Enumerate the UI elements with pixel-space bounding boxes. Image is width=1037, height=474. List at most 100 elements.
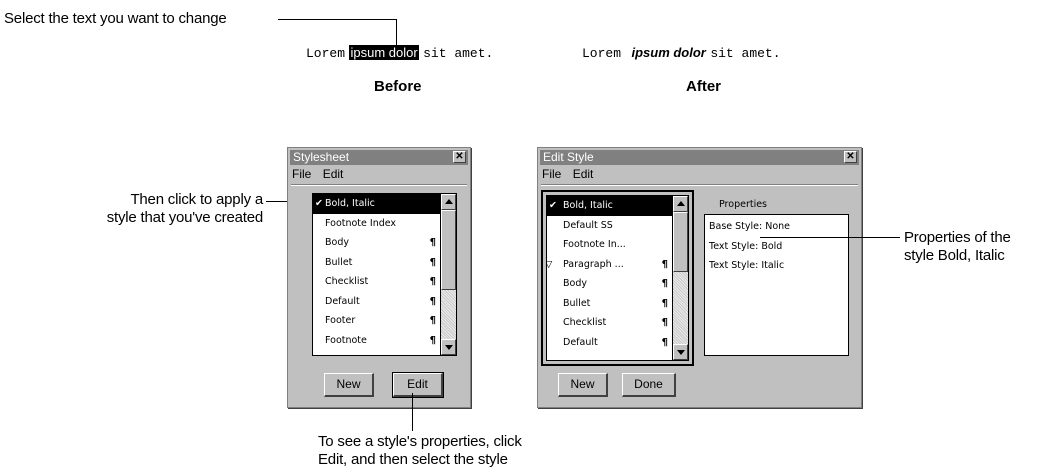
- paragraph-mark-icon: ¶: [661, 258, 668, 270]
- style-list-item-label: Footnote In...: [563, 239, 626, 250]
- callout-see-properties: To see a style's properties, click Edit,…: [318, 433, 522, 469]
- style-list-item-label: Default: [325, 295, 360, 307]
- style-list-item-label: Body: [563, 278, 587, 289]
- before-sample-text: Lorem ipsum dolor sit amet.: [306, 44, 493, 62]
- menu-edit[interactable]: Edit: [323, 167, 344, 181]
- style-list-item-label: Bullet: [325, 256, 353, 268]
- style-list-item[interactable]: Default ¶: [313, 292, 456, 312]
- style-list-item[interactable]: Footnote ¶: [313, 331, 456, 351]
- edit-button[interactable]: Edit: [392, 372, 444, 398]
- style-list-item-label: Footnote Index: [325, 217, 397, 229]
- scroll-thumb[interactable]: [441, 210, 456, 290]
- callout-see-line1: To see a style's properties, click: [318, 433, 522, 450]
- style-list-item-label: Checklist: [325, 276, 369, 287]
- style-list-item-label: Bold, Italic: [563, 200, 613, 211]
- style-list-item[interactable]: Checklist ¶: [313, 272, 456, 292]
- stylesheet-menubar: File Edit: [292, 166, 351, 182]
- paragraph-mark-icon: ¶: [429, 295, 436, 307]
- scroll-up-icon[interactable]: [673, 196, 688, 212]
- before-caption: Before: [374, 78, 422, 95]
- style-list-item-label: Bold, Italic: [325, 198, 375, 209]
- callout-see-line2: Edit, and then select the style: [318, 451, 508, 468]
- style-list-item[interactable]: Footer ¶: [313, 311, 456, 331]
- properties-title: Properties: [719, 199, 768, 210]
- highlighted-text[interactable]: ipsum dolor: [349, 45, 419, 60]
- paragraph-mark-icon: ¶: [661, 297, 668, 309]
- properties-list: Base Style: None Text Style: Bold Text S…: [704, 214, 849, 356]
- menu-file[interactable]: File: [542, 167, 561, 181]
- style-list-item-label: Checklist: [563, 317, 607, 328]
- callout-properties-line2: style Bold, Italic: [904, 247, 1005, 264]
- after-caption: After: [686, 78, 722, 95]
- style-list-item-label: Default SS: [563, 219, 613, 231]
- scroll-down-icon[interactable]: [441, 339, 456, 355]
- style-list-item-label: Footnote: [325, 334, 367, 346]
- menu-file[interactable]: File: [292, 167, 311, 181]
- callout-select-text: Select the text you want to change: [4, 10, 227, 27]
- edit-style-list[interactable]: ✔ Bold, Italic Default SS Footnote In... ▽ Pa…: [546, 195, 689, 361]
- menu-separator: [291, 184, 467, 186]
- paragraph-mark-icon: ¶: [429, 315, 436, 326]
- style-list-item-label: Bullet: [563, 297, 591, 309]
- stylesheet-title: Stylesheet: [293, 150, 350, 164]
- before-text-start: Lorem: [306, 46, 346, 61]
- style-list-item[interactable]: Footnote In...: [547, 235, 688, 255]
- style-list-item[interactable]: Default SS: [547, 216, 688, 236]
- callout-apply-line2: style that you've created: [106, 209, 263, 226]
- scroll-thumb[interactable]: [673, 212, 688, 272]
- styled-text: ipsum dolor: [631, 45, 706, 60]
- scroll-up-icon[interactable]: [441, 194, 456, 210]
- style-list-item-label: Footer: [325, 315, 356, 326]
- style-list-item[interactable]: ✔ Bold, Italic: [547, 196, 688, 216]
- menu-edit[interactable]: Edit: [573, 167, 594, 181]
- stylesheet-window: Stylesheet ✕ File Edit ✔ Bold, Italic Foot…: [287, 147, 471, 408]
- style-list-item[interactable]: Checklist ¶: [547, 313, 688, 333]
- paragraph-mark-icon: ¶: [429, 237, 436, 248]
- new-button[interactable]: New: [558, 373, 608, 397]
- style-list-item[interactable]: Default ¶: [547, 333, 688, 353]
- callout-properties-line1: Properties of the: [904, 229, 1011, 246]
- callout-line: [412, 393, 413, 431]
- before-text-end: sit amet.: [423, 46, 494, 61]
- paragraph-mark-icon: ¶: [429, 256, 436, 268]
- callout-apply-style: Then click to apply a style that you've …: [107, 191, 263, 227]
- style-list-item[interactable]: ▽ Paragraph ... ¶: [547, 255, 688, 275]
- paragraph-mark-icon: ¶: [661, 278, 668, 289]
- callout-line: [760, 237, 900, 238]
- edit-style-menubar: File Edit: [542, 166, 601, 182]
- after-text-end: sit amet.: [710, 46, 781, 61]
- scroll-down-icon[interactable]: [673, 344, 688, 360]
- edit-style-title: Edit Style: [543, 150, 594, 164]
- property-item: Base Style: None: [709, 221, 791, 232]
- property-item: Text Style: Italic: [709, 260, 785, 271]
- style-list-item[interactable]: Bullet ¶: [313, 253, 456, 273]
- close-icon[interactable]: ✕: [844, 151, 857, 163]
- callout-properties: Properties of the style Bold, Italic: [904, 229, 1011, 265]
- style-list-item[interactable]: Body ¶: [547, 274, 688, 294]
- style-list-item[interactable]: Footnote Index: [313, 214, 456, 234]
- callout-apply-line1: Then click to apply a: [130, 191, 263, 208]
- new-button[interactable]: New: [324, 373, 374, 397]
- vertical-scrollbar[interactable]: [440, 194, 456, 355]
- edit-style-titlebar[interactable]: Edit Style ✕: [540, 150, 859, 165]
- callout-line: [396, 19, 397, 45]
- after-sample-text: Lorem ipsum dolor sit amet.: [582, 44, 781, 62]
- style-list-item[interactable]: ✔ Bold, Italic: [313, 194, 456, 214]
- style-list-item[interactable]: Bullet ¶: [547, 294, 688, 314]
- style-list-item-label: Paragraph ...: [563, 258, 624, 270]
- property-item: Text Style: Bold: [709, 240, 783, 252]
- paragraph-mark-icon: ¶: [661, 336, 668, 348]
- style-list[interactable]: ✔ Bold, Italic Footnote Index Body ¶ Bullet ¶ C…: [312, 193, 457, 356]
- checkmark-icon: ✔: [549, 200, 557, 211]
- paragraph-mark-icon: ¶: [661, 317, 668, 328]
- done-button[interactable]: Done: [622, 373, 676, 397]
- vertical-scrollbar[interactable]: [672, 196, 688, 360]
- paragraph-mark-icon: ¶: [429, 334, 436, 346]
- menu-separator: [541, 184, 858, 186]
- close-icon[interactable]: ✕: [453, 151, 466, 163]
- callout-line: [278, 19, 396, 20]
- stylesheet-titlebar[interactable]: Stylesheet ✕: [290, 150, 468, 165]
- style-list-item[interactable]: Body ¶: [313, 233, 456, 253]
- style-list-item-label: Body: [325, 237, 349, 248]
- expand-triangle-icon[interactable]: ▽: [547, 255, 555, 275]
